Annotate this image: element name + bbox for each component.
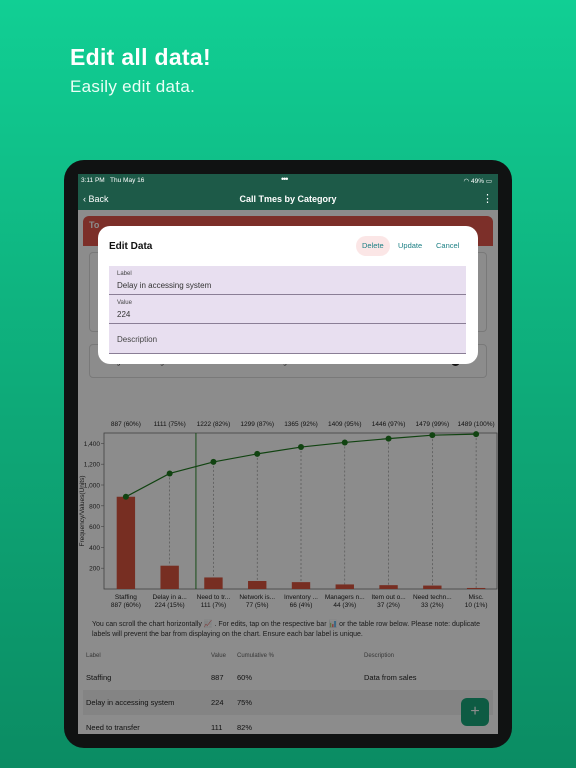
description-field[interactable]: Description: [109, 324, 466, 354]
promo-subtitle: Easily edit data.: [70, 77, 196, 96]
wifi-icon: ◠: [463, 178, 470, 185]
dialog-title: Edit Data: [109, 241, 153, 252]
multitask-dots-icon[interactable]: •••: [281, 174, 289, 184]
battery-icon: ▭: [485, 178, 492, 185]
status-date: Thu May 16: [110, 177, 145, 184]
label-field-caption: Label: [117, 271, 132, 277]
label-field[interactable]: Label Delay in accessing system: [109, 266, 466, 295]
status-time-date: 3:11 PM Thu May 16: [81, 177, 144, 184]
battery-level: 49%: [471, 178, 485, 185]
more-menu-icon[interactable]: ⋮: [482, 192, 493, 205]
delete-button[interactable]: Delete: [356, 236, 390, 256]
edit-data-dialog: Edit Data Delete Update Cancel Label Del…: [98, 226, 478, 364]
page-title: Call Tmes by Category: [239, 194, 337, 204]
app-screen: 3:11 PM Thu May 16 ••• ◠ 49% ▭ ‹ Back Ca…: [78, 174, 498, 734]
description-placeholder: Description: [117, 335, 158, 344]
update-button[interactable]: Update: [392, 236, 428, 256]
promo-title: Edit all data!: [70, 44, 211, 70]
value-field-caption: Value: [117, 300, 132, 306]
status-bar: 3:11 PM Thu May 16 ••• ◠ 49% ▭: [78, 174, 498, 188]
status-right: ◠ 49% ▭: [464, 177, 492, 185]
cancel-button[interactable]: Cancel: [430, 236, 465, 256]
label-field-value: Delay in accessing system: [117, 281, 212, 290]
value-field-value: 224: [117, 310, 131, 319]
tablet-frame: 3:11 PM Thu May 16 ••• ◠ 49% ▭ ‹ Back Ca…: [64, 160, 512, 748]
status-time: 3:11 PM: [81, 177, 105, 184]
nav-bar: ‹ Back Call Tmes by Category ⋮: [78, 188, 498, 210]
value-field[interactable]: Value 224: [109, 295, 466, 324]
